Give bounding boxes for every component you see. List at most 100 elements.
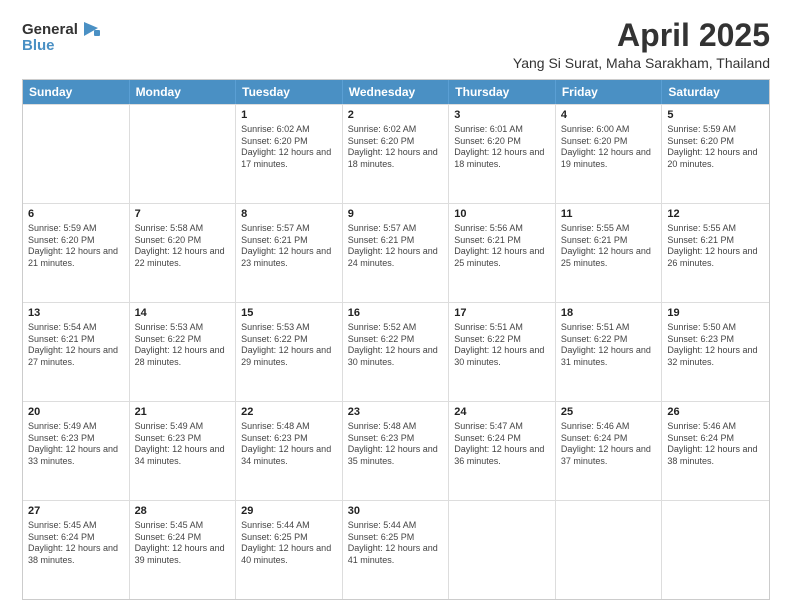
cell-day: 22: [241, 405, 337, 420]
cell-day: 20: [28, 405, 124, 420]
cell-info: Sunrise: 5:54 AMSunset: 6:21 PMDaylight:…: [28, 322, 124, 369]
cell-4-5: [556, 501, 663, 599]
cell-2-4: 17Sunrise: 5:51 AMSunset: 6:22 PMDayligh…: [449, 303, 556, 401]
cell-info: Sunrise: 5:51 AMSunset: 6:22 PMDaylight:…: [561, 322, 657, 369]
page: General Blue April 2025 Yang Si Surat, M…: [0, 0, 792, 612]
cell-day: 21: [135, 405, 231, 420]
cell-day: 29: [241, 504, 337, 519]
cell-day: 9: [348, 207, 444, 222]
cell-4-0: 27Sunrise: 5:45 AMSunset: 6:24 PMDayligh…: [23, 501, 130, 599]
cell-day: 23: [348, 405, 444, 420]
cell-day: 28: [135, 504, 231, 519]
cell-3-0: 20Sunrise: 5:49 AMSunset: 6:23 PMDayligh…: [23, 402, 130, 500]
cell-1-5: 11Sunrise: 5:55 AMSunset: 6:21 PMDayligh…: [556, 204, 663, 302]
cell-1-2: 8Sunrise: 5:57 AMSunset: 6:21 PMDaylight…: [236, 204, 343, 302]
cell-0-4: 3Sunrise: 6:01 AMSunset: 6:20 PMDaylight…: [449, 105, 556, 203]
cell-0-5: 4Sunrise: 6:00 AMSunset: 6:20 PMDaylight…: [556, 105, 663, 203]
cell-day: 26: [667, 405, 764, 420]
cell-0-0: [23, 105, 130, 203]
header-saturday: Saturday: [662, 80, 769, 104]
cell-info: Sunrise: 6:00 AMSunset: 6:20 PMDaylight:…: [561, 124, 657, 171]
title-block: April 2025 Yang Si Surat, Maha Sarakham,…: [513, 18, 770, 71]
cell-day: 17: [454, 306, 550, 321]
cell-3-5: 25Sunrise: 5:46 AMSunset: 6:24 PMDayligh…: [556, 402, 663, 500]
cell-info: Sunrise: 5:47 AMSunset: 6:24 PMDaylight:…: [454, 421, 550, 468]
cell-info: Sunrise: 5:59 AMSunset: 6:20 PMDaylight:…: [667, 124, 764, 171]
cell-3-6: 26Sunrise: 5:46 AMSunset: 6:24 PMDayligh…: [662, 402, 769, 500]
cell-day: 27: [28, 504, 124, 519]
cell-info: Sunrise: 5:45 AMSunset: 6:24 PMDaylight:…: [135, 520, 231, 567]
cell-info: Sunrise: 5:57 AMSunset: 6:21 PMDaylight:…: [348, 223, 444, 270]
cell-day: 4: [561, 108, 657, 123]
cell-1-4: 10Sunrise: 5:56 AMSunset: 6:21 PMDayligh…: [449, 204, 556, 302]
cell-day: 13: [28, 306, 124, 321]
cell-day: 7: [135, 207, 231, 222]
cell-4-6: [662, 501, 769, 599]
cell-info: Sunrise: 5:50 AMSunset: 6:23 PMDaylight:…: [667, 322, 764, 369]
cell-2-3: 16Sunrise: 5:52 AMSunset: 6:22 PMDayligh…: [343, 303, 450, 401]
cell-info: Sunrise: 6:01 AMSunset: 6:20 PMDaylight:…: [454, 124, 550, 171]
cell-0-3: 2Sunrise: 6:02 AMSunset: 6:20 PMDaylight…: [343, 105, 450, 203]
calendar-row-0: 1Sunrise: 6:02 AMSunset: 6:20 PMDaylight…: [23, 104, 769, 203]
cell-1-6: 12Sunrise: 5:55 AMSunset: 6:21 PMDayligh…: [662, 204, 769, 302]
cell-info: Sunrise: 6:02 AMSunset: 6:20 PMDaylight:…: [348, 124, 444, 171]
cell-day: 2: [348, 108, 444, 123]
cell-info: Sunrise: 5:52 AMSunset: 6:22 PMDaylight:…: [348, 322, 444, 369]
cell-3-4: 24Sunrise: 5:47 AMSunset: 6:24 PMDayligh…: [449, 402, 556, 500]
location-title: Yang Si Surat, Maha Sarakham, Thailand: [513, 55, 770, 71]
calendar-row-4: 27Sunrise: 5:45 AMSunset: 6:24 PMDayligh…: [23, 500, 769, 599]
cell-info: Sunrise: 5:57 AMSunset: 6:21 PMDaylight:…: [241, 223, 337, 270]
cell-info: Sunrise: 5:45 AMSunset: 6:24 PMDaylight:…: [28, 520, 124, 567]
calendar-header-row: Sunday Monday Tuesday Wednesday Thursday…: [23, 80, 769, 104]
cell-2-2: 15Sunrise: 5:53 AMSunset: 6:22 PMDayligh…: [236, 303, 343, 401]
cell-0-1: [130, 105, 237, 203]
header-sunday: Sunday: [23, 80, 130, 104]
month-title: April 2025: [513, 18, 770, 53]
cell-day: 5: [667, 108, 764, 123]
header-monday: Monday: [130, 80, 237, 104]
cell-4-1: 28Sunrise: 5:45 AMSunset: 6:24 PMDayligh…: [130, 501, 237, 599]
cell-day: 3: [454, 108, 550, 123]
cell-info: Sunrise: 5:51 AMSunset: 6:22 PMDaylight:…: [454, 322, 550, 369]
cell-3-2: 22Sunrise: 5:48 AMSunset: 6:23 PMDayligh…: [236, 402, 343, 500]
cell-1-1: 7Sunrise: 5:58 AMSunset: 6:20 PMDaylight…: [130, 204, 237, 302]
cell-3-1: 21Sunrise: 5:49 AMSunset: 6:23 PMDayligh…: [130, 402, 237, 500]
cell-info: Sunrise: 5:44 AMSunset: 6:25 PMDaylight:…: [348, 520, 444, 567]
cell-day: 10: [454, 207, 550, 222]
cell-info: Sunrise: 5:44 AMSunset: 6:25 PMDaylight:…: [241, 520, 337, 567]
cell-4-3: 30Sunrise: 5:44 AMSunset: 6:25 PMDayligh…: [343, 501, 450, 599]
calendar-row-3: 20Sunrise: 5:49 AMSunset: 6:23 PMDayligh…: [23, 401, 769, 500]
cell-info: Sunrise: 5:48 AMSunset: 6:23 PMDaylight:…: [241, 421, 337, 468]
cell-2-5: 18Sunrise: 5:51 AMSunset: 6:22 PMDayligh…: [556, 303, 663, 401]
cell-day: 11: [561, 207, 657, 222]
cell-4-4: [449, 501, 556, 599]
calendar-body: 1Sunrise: 6:02 AMSunset: 6:20 PMDaylight…: [23, 104, 769, 599]
cell-2-1: 14Sunrise: 5:53 AMSunset: 6:22 PMDayligh…: [130, 303, 237, 401]
logo-general: General: [22, 21, 78, 38]
cell-2-6: 19Sunrise: 5:50 AMSunset: 6:23 PMDayligh…: [662, 303, 769, 401]
cell-3-3: 23Sunrise: 5:48 AMSunset: 6:23 PMDayligh…: [343, 402, 450, 500]
cell-info: Sunrise: 5:53 AMSunset: 6:22 PMDaylight:…: [135, 322, 231, 369]
cell-info: Sunrise: 5:46 AMSunset: 6:24 PMDaylight:…: [561, 421, 657, 468]
cell-info: Sunrise: 5:59 AMSunset: 6:20 PMDaylight:…: [28, 223, 124, 270]
cell-info: Sunrise: 5:56 AMSunset: 6:21 PMDaylight:…: [454, 223, 550, 270]
cell-4-2: 29Sunrise: 5:44 AMSunset: 6:25 PMDayligh…: [236, 501, 343, 599]
calendar: Sunday Monday Tuesday Wednesday Thursday…: [22, 79, 770, 600]
cell-2-0: 13Sunrise: 5:54 AMSunset: 6:21 PMDayligh…: [23, 303, 130, 401]
cell-day: 18: [561, 306, 657, 321]
cell-day: 14: [135, 306, 231, 321]
header: General Blue April 2025 Yang Si Surat, M…: [22, 18, 770, 71]
cell-info: Sunrise: 5:49 AMSunset: 6:23 PMDaylight:…: [28, 421, 124, 468]
cell-day: 16: [348, 306, 444, 321]
cell-day: 8: [241, 207, 337, 222]
logo-icon: [80, 18, 102, 40]
cell-info: Sunrise: 6:02 AMSunset: 6:20 PMDaylight:…: [241, 124, 337, 171]
header-tuesday: Tuesday: [236, 80, 343, 104]
cell-0-6: 5Sunrise: 5:59 AMSunset: 6:20 PMDaylight…: [662, 105, 769, 203]
cell-info: Sunrise: 5:46 AMSunset: 6:24 PMDaylight:…: [667, 421, 764, 468]
cell-day: 15: [241, 306, 337, 321]
cell-info: Sunrise: 5:49 AMSunset: 6:23 PMDaylight:…: [135, 421, 231, 468]
cell-info: Sunrise: 5:58 AMSunset: 6:20 PMDaylight:…: [135, 223, 231, 270]
cell-info: Sunrise: 5:48 AMSunset: 6:23 PMDaylight:…: [348, 421, 444, 468]
cell-1-0: 6Sunrise: 5:59 AMSunset: 6:20 PMDaylight…: [23, 204, 130, 302]
